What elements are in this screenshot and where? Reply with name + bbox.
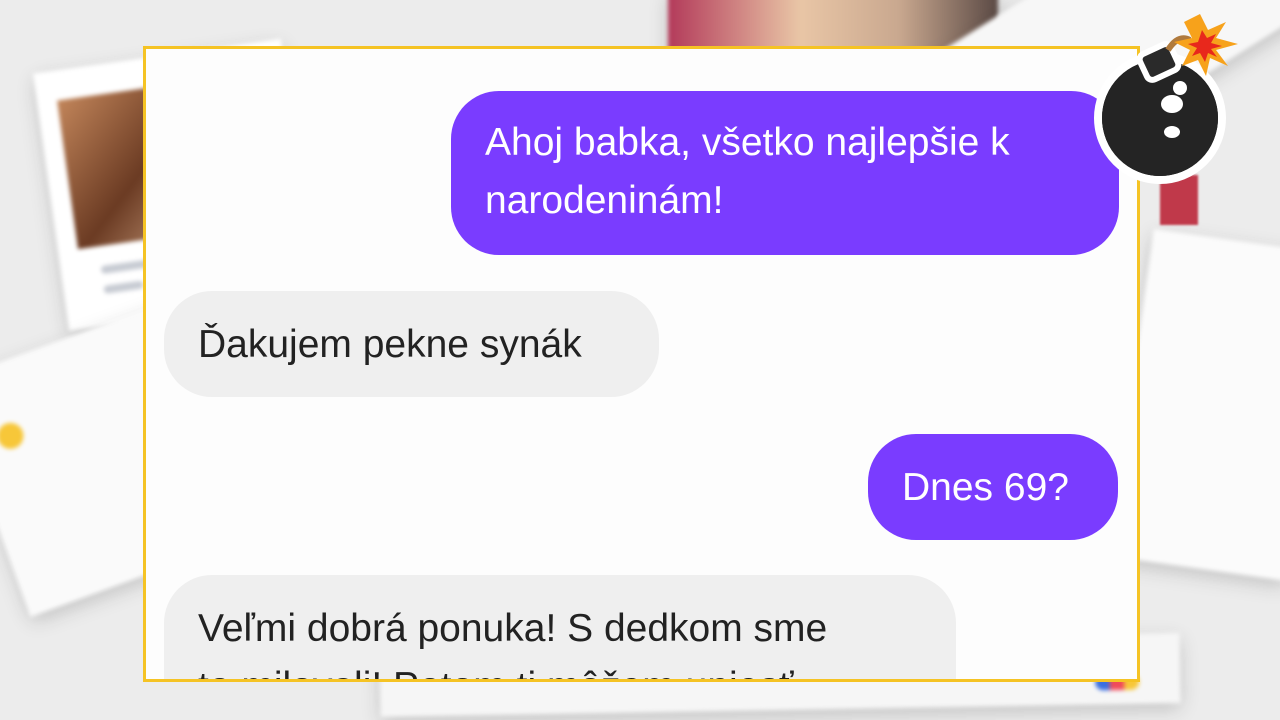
message-bubble-incoming: Veľmi dobrá ponuka! S dedkom sme to milo… (164, 575, 956, 679)
bg-emoji-icon (0, 419, 28, 453)
bomb-icon (1094, 14, 1238, 184)
message-bubble-incoming: Ďakujem pekne synák (164, 291, 659, 397)
bg-left-line (103, 280, 145, 294)
chat-screenshot-frame: Ahoj babka, všetko najlepšie k narodenin… (143, 46, 1140, 682)
collage-stage: Ahoj babka, všetko najlepšie k narodenin… (0, 0, 1280, 720)
message-bubble-outgoing: Ahoj babka, všetko najlepšie k narodenin… (451, 91, 1119, 255)
message-bubble-outgoing: Dnes 69? (868, 434, 1118, 540)
